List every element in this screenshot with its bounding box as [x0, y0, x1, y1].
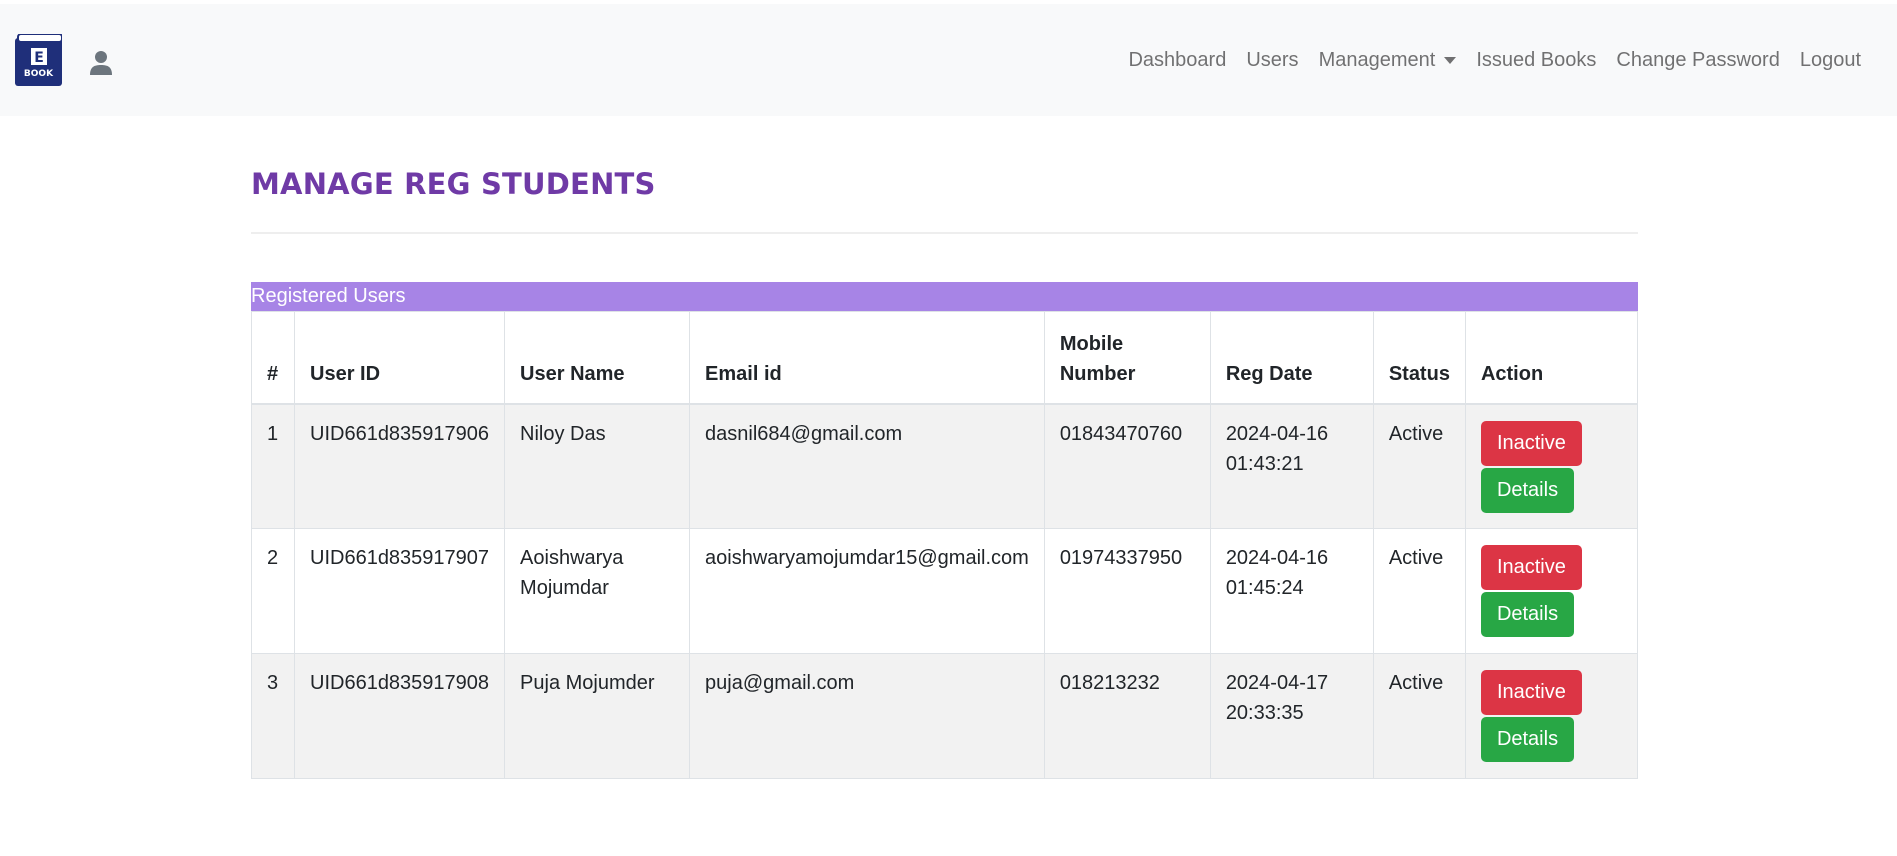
cell-number: 3 [251, 653, 295, 779]
cell-email: puja@gmail.com [689, 653, 1045, 779]
cell-action: Inactive Details [1464, 653, 1639, 779]
cell-user-name: Aoishwarya Mojumdar [504, 528, 691, 654]
cell-user-id: UID661d835917907 [293, 528, 506, 654]
header-number: # [251, 311, 295, 405]
logo-word: BOOK [24, 69, 54, 79]
inactive-button[interactable]: Inactive [1480, 545, 1582, 590]
cell-status: Active [1372, 653, 1466, 779]
cell-number: 2 [251, 528, 295, 654]
nav-dashboard-link[interactable]: Dashboard [1118, 49, 1236, 72]
header-email: Email id [689, 311, 1045, 405]
header-user-id: User ID [293, 311, 506, 405]
header-action: Action [1464, 311, 1639, 405]
table-row: 1 UID661d835917906 Niloy Das dasnil684@g… [251, 403, 1639, 529]
book-logo-icon[interactable]: E BOOK [15, 34, 62, 86]
panel-heading: Registered Users [251, 282, 1638, 311]
cell-mobile: 01974337950 [1043, 528, 1211, 654]
cell-reg-date: 2024-04-17 20:33:35 [1209, 653, 1374, 779]
table-row: 3 UID661d835917908 Puja Mojumder puja@gm… [251, 653, 1639, 779]
inactive-button[interactable]: Inactive [1480, 420, 1582, 466]
cell-action: Inactive Details [1464, 528, 1639, 654]
cell-reg-date: 2024-04-16 01:43:21 [1209, 403, 1374, 529]
cell-email: aoishwaryamojumdar15@gmail.com [689, 528, 1045, 654]
navbar: E BOOK Dashboard Users Management Issued… [0, 4, 1897, 116]
nav-logout-link[interactable]: Logout [1790, 49, 1871, 72]
cell-mobile: 01843470760 [1043, 403, 1211, 529]
header-mobile: Mobile Number [1043, 311, 1211, 405]
registered-users-table: # User ID User Name Email id Mobile Numb… [251, 311, 1639, 779]
table-row: 2 UID661d835917907 Aoishwarya Mojumdar a… [251, 528, 1639, 654]
header-reg-date: Reg Date [1209, 311, 1374, 405]
cell-mobile: 018213232 [1043, 653, 1211, 779]
cell-number: 1 [251, 403, 295, 529]
details-button[interactable]: Details [1480, 717, 1575, 762]
details-button[interactable]: Details [1480, 592, 1575, 637]
cell-user-id: UID661d835917906 [293, 403, 506, 529]
nav-links: Dashboard Users Management Issued Books … [1118, 49, 1871, 72]
header-status: Status [1372, 311, 1466, 405]
header-user-name: User Name [504, 311, 691, 405]
cell-status: Active [1372, 528, 1466, 654]
nav-management-dropdown[interactable]: Management [1309, 49, 1467, 72]
cell-reg-date: 2024-04-16 01:45:24 [1209, 528, 1374, 654]
nav-issued-books-link[interactable]: Issued Books [1466, 49, 1606, 72]
details-button[interactable]: Details [1480, 467, 1575, 513]
cell-user-id: UID661d835917908 [293, 653, 506, 779]
table-header-row: # User ID User Name Email id Mobile Numb… [251, 311, 1639, 405]
cell-status: Active [1372, 403, 1466, 529]
cell-user-name: Niloy Das [504, 403, 691, 529]
title-divider [251, 232, 1638, 234]
nav-users-link[interactable]: Users [1236, 49, 1308, 72]
nav-change-password-link[interactable]: Change Password [1606, 49, 1789, 72]
caret-down-icon [1444, 57, 1457, 64]
page-title: MANAGE REG STUDENTS [251, 167, 656, 201]
user-icon[interactable] [90, 51, 112, 75]
cell-email: dasnil684@gmail.com [689, 403, 1045, 529]
logo-letter: E [34, 50, 44, 66]
nav-management-label: Management [1318, 49, 1436, 71]
cell-action: Inactive Details [1464, 403, 1639, 529]
cell-user-name: Puja Mojumder [504, 653, 691, 779]
inactive-button[interactable]: Inactive [1480, 670, 1582, 715]
